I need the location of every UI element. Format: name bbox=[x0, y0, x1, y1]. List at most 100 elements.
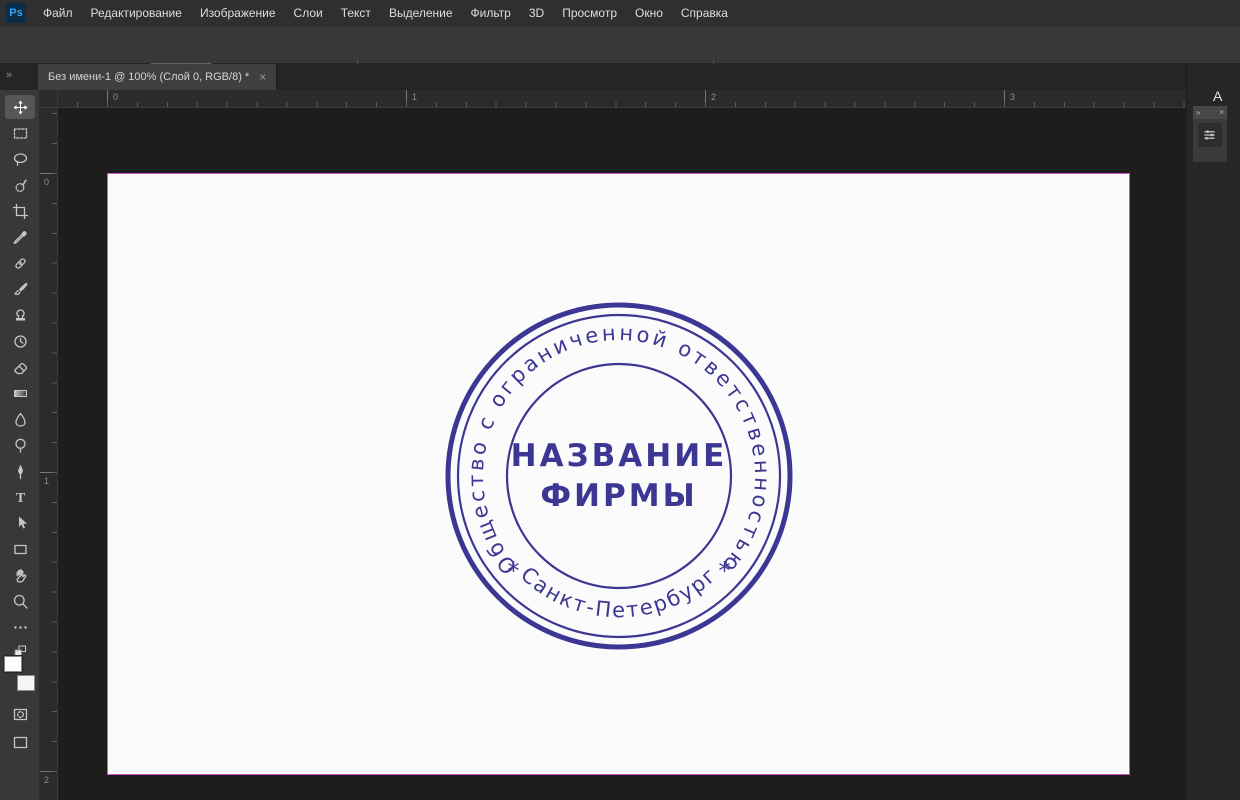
document-tab[interactable]: Без имени-1 @ 100% (Слой 0, RGB/8) * × bbox=[38, 64, 278, 90]
quick-mask-icon bbox=[13, 708, 27, 720]
photoshop-logo: Ps bbox=[6, 3, 26, 23]
options-bar: ▾ Автовыбор: Слой ▾ Показать упр. элем. bbox=[0, 26, 1240, 84]
quick-mask-mode-button[interactable] bbox=[5, 702, 35, 726]
menu-item-select[interactable]: Выделение bbox=[380, 0, 462, 26]
screen-mode-icon bbox=[13, 736, 27, 748]
ruler-origin-corner[interactable] bbox=[40, 90, 58, 108]
ruler-label: 2 bbox=[711, 92, 717, 102]
marquee-icon bbox=[13, 127, 27, 139]
tool-dodge[interactable] bbox=[5, 433, 35, 457]
tool-blur[interactable] bbox=[5, 407, 35, 431]
menu-item-layers[interactable]: Слои bbox=[285, 0, 332, 26]
tool-spot-healing-brush[interactable] bbox=[5, 251, 35, 275]
tool-rectangle[interactable] bbox=[5, 537, 35, 561]
hand-icon bbox=[16, 568, 26, 583]
history-brush-icon bbox=[13, 334, 27, 348]
menu-bar: Ps Файл Редактирование Изображение Слои … bbox=[0, 0, 1240, 26]
foreground-background-swatches[interactable] bbox=[4, 656, 36, 692]
gradient-icon bbox=[13, 389, 27, 397]
tool-eyedropper[interactable] bbox=[5, 225, 35, 249]
menu-item-help[interactable]: Справка bbox=[672, 0, 737, 26]
document-tab-title: Без имени-1 @ 100% (Слой 0, RGB/8) * bbox=[48, 71, 250, 83]
photoshop-window: Ps Файл Редактирование Изображение Слои … bbox=[0, 0, 1240, 800]
close-tab-icon[interactable]: × bbox=[259, 70, 266, 84]
brush-icon bbox=[13, 282, 28, 295]
stamp-inner-ring bbox=[505, 362, 733, 590]
stamp-company-name-line2: ФИРМЫ bbox=[540, 478, 697, 514]
type-tool-icon: T bbox=[15, 491, 25, 506]
tool-gradient[interactable] bbox=[5, 381, 35, 405]
tool-clone-stamp[interactable] bbox=[5, 303, 35, 327]
menu-item-edit[interactable]: Редактирование bbox=[82, 0, 191, 26]
edit-toolbar-button[interactable] bbox=[5, 615, 35, 639]
background-color-swatch[interactable] bbox=[17, 675, 35, 691]
collapsed-panel-button[interactable] bbox=[1198, 123, 1222, 147]
menu-item-filter[interactable]: Фильтр bbox=[462, 0, 520, 26]
menu-item-window[interactable]: Окно bbox=[626, 0, 672, 26]
ruler-label: 0 bbox=[44, 177, 50, 187]
tool-move[interactable] bbox=[5, 95, 35, 119]
canvas-viewport: Общество с ограниченной ответственностью… bbox=[58, 108, 1186, 800]
tool-lasso[interactable] bbox=[5, 147, 35, 171]
tools-panel: T bbox=[0, 90, 40, 800]
ruler-label: 3 bbox=[1010, 92, 1016, 102]
tool-hand[interactable] bbox=[5, 563, 35, 587]
tool-history-brush[interactable] bbox=[5, 329, 35, 353]
tools-panel-expand-icon[interactable]: » bbox=[6, 69, 12, 81]
ruler-label: 2 bbox=[44, 775, 50, 785]
clone-stamp-icon bbox=[15, 308, 25, 320]
stamp-city-text: Санкт-Петербург bbox=[516, 562, 722, 622]
stamp-star-left: * bbox=[508, 557, 520, 585]
rectangle-shape-icon bbox=[13, 544, 27, 554]
stamp-company-name-line1: НАЗВАНИЕ bbox=[511, 438, 728, 474]
menu-item-3d[interactable]: 3D bbox=[520, 0, 553, 26]
tool-path-selection[interactable] bbox=[5, 511, 35, 535]
stamp-star-right: * bbox=[719, 557, 731, 585]
tool-zoom[interactable] bbox=[5, 589, 35, 613]
menu-item-type[interactable]: Текст bbox=[332, 0, 380, 26]
dodge-icon bbox=[14, 438, 26, 453]
collapsed-panel-tab[interactable]: A bbox=[1213, 88, 1222, 104]
selection-arrow-icon bbox=[18, 516, 27, 528]
vertical-ruler[interactable]: 0 1 2 bbox=[40, 108, 58, 800]
collapsed-panel-group: » × bbox=[1193, 106, 1227, 162]
tool-type[interactable]: T bbox=[5, 485, 35, 509]
ruler-label: 1 bbox=[412, 92, 418, 102]
ruler-label: 0 bbox=[113, 92, 119, 102]
menu-item-image[interactable]: Изображение bbox=[191, 0, 285, 26]
tool-brush[interactable] bbox=[5, 277, 35, 301]
menu-item-view[interactable]: Просмотр bbox=[553, 0, 626, 26]
quick-selection-icon bbox=[15, 178, 27, 192]
properties-icon bbox=[1204, 130, 1215, 140]
document-canvas[interactable]: Общество с ограниченной ответственностью… bbox=[107, 173, 1130, 775]
magnifier-icon bbox=[13, 594, 28, 609]
tool-crop[interactable] bbox=[5, 199, 35, 223]
screen-mode-button[interactable] bbox=[5, 730, 35, 754]
tool-pen[interactable] bbox=[5, 459, 35, 483]
stamp-outer-ring bbox=[445, 302, 793, 650]
ellipsis-icon bbox=[13, 625, 27, 629]
panel-expand-icon[interactable]: » bbox=[1196, 108, 1200, 117]
ruler-label: 1 bbox=[44, 476, 50, 486]
move-icon bbox=[13, 100, 27, 114]
panel-close-icon[interactable]: × bbox=[1219, 108, 1224, 117]
eraser-icon bbox=[13, 362, 27, 374]
crop-icon bbox=[12, 203, 28, 219]
horizontal-ruler[interactable]: 0 1 2 3 bbox=[58, 90, 1186, 108]
document-tab-bar: » Без имени-1 @ 100% (Слой 0, RGB/8) * ×… bbox=[0, 64, 1240, 90]
eyedropper-icon bbox=[13, 230, 27, 244]
ruler-minor-ticks bbox=[52, 108, 57, 800]
foreground-color-swatch[interactable] bbox=[4, 656, 22, 672]
tool-quick-selection[interactable] bbox=[5, 173, 35, 197]
menu-item-file[interactable]: Файл bbox=[34, 0, 82, 26]
tool-eraser[interactable] bbox=[5, 355, 35, 379]
svg-text:T: T bbox=[15, 491, 25, 506]
round-stamp-artwork: Общество с ограниченной ответственностью… bbox=[445, 302, 793, 650]
lasso-icon bbox=[13, 152, 27, 166]
ruler-minor-ticks bbox=[58, 102, 1186, 107]
pen-icon bbox=[17, 464, 23, 479]
healing-brush-icon bbox=[14, 257, 26, 269]
right-panel-dock: A » × bbox=[1186, 64, 1240, 800]
blur-drop-icon bbox=[14, 412, 26, 427]
tool-rectangular-marquee[interactable] bbox=[5, 121, 35, 145]
